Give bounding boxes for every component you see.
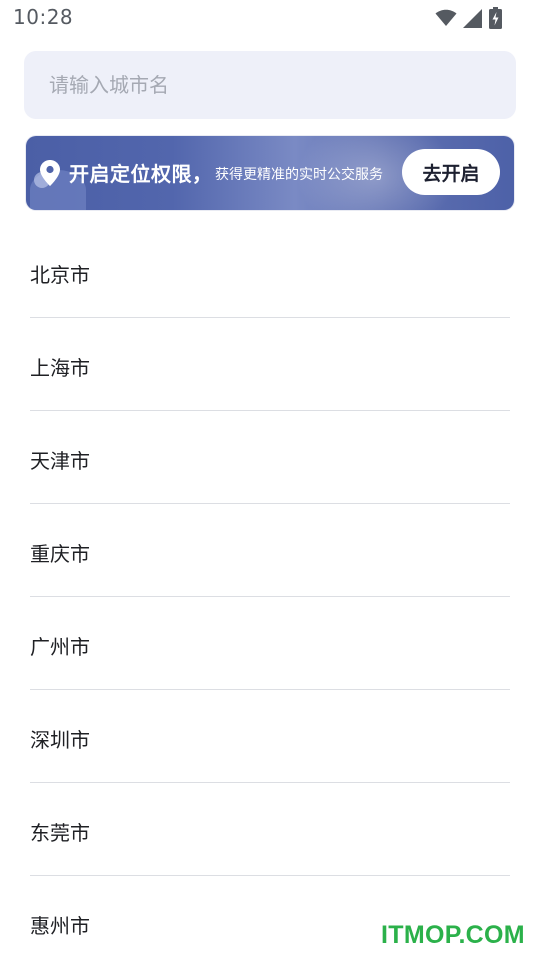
city-name: 广州市: [30, 635, 90, 659]
location-permission-banner[interactable]: 开启定位权限， 获得更精准的实时公交服务 去开启: [26, 136, 514, 210]
list-item[interactable]: 东莞市: [30, 783, 510, 876]
city-name: 天津市: [30, 449, 90, 473]
list-item[interactable]: 上海市: [30, 318, 510, 411]
city-list: 北京市 上海市 天津市 重庆市 广州市 深圳市 东莞市 惠州市: [30, 225, 510, 960]
city-select-screen: 10:28 请输入城市名 开启定位权限， 获得更精准的实时公交服务 去开启 北京…: [0, 0, 540, 960]
city-name: 上海市: [30, 356, 90, 380]
city-name: 北京市: [30, 263, 90, 287]
status-bar: 10:28: [0, 0, 540, 36]
list-item[interactable]: 广州市: [30, 597, 510, 690]
search-input[interactable]: [49, 73, 489, 97]
watermark-logo: ITMOP.COM: [381, 921, 525, 949]
list-item[interactable]: 深圳市: [30, 690, 510, 783]
city-name: 重庆市: [30, 542, 90, 566]
city-name: 东莞市: [30, 821, 90, 845]
enable-location-button[interactable]: 去开启: [402, 149, 500, 195]
list-item[interactable]: 北京市: [30, 225, 510, 318]
banner-title: 开启定位权限，: [69, 162, 213, 186]
city-name: 惠州市: [30, 914, 90, 938]
list-item[interactable]: 重庆市: [30, 504, 510, 597]
location-pin-icon: [40, 160, 60, 190]
list-item[interactable]: 天津市: [30, 411, 510, 504]
search-box[interactable]: [24, 51, 516, 119]
status-icons: [435, 7, 502, 29]
city-name: 深圳市: [30, 728, 90, 752]
status-time: 10:28: [13, 5, 74, 29]
banner-subtitle: 获得更精准的实时公交服务: [215, 167, 383, 183]
battery-charging-icon: [489, 7, 502, 29]
cellular-signal-icon: [463, 8, 483, 28]
wifi-icon: [435, 9, 457, 27]
